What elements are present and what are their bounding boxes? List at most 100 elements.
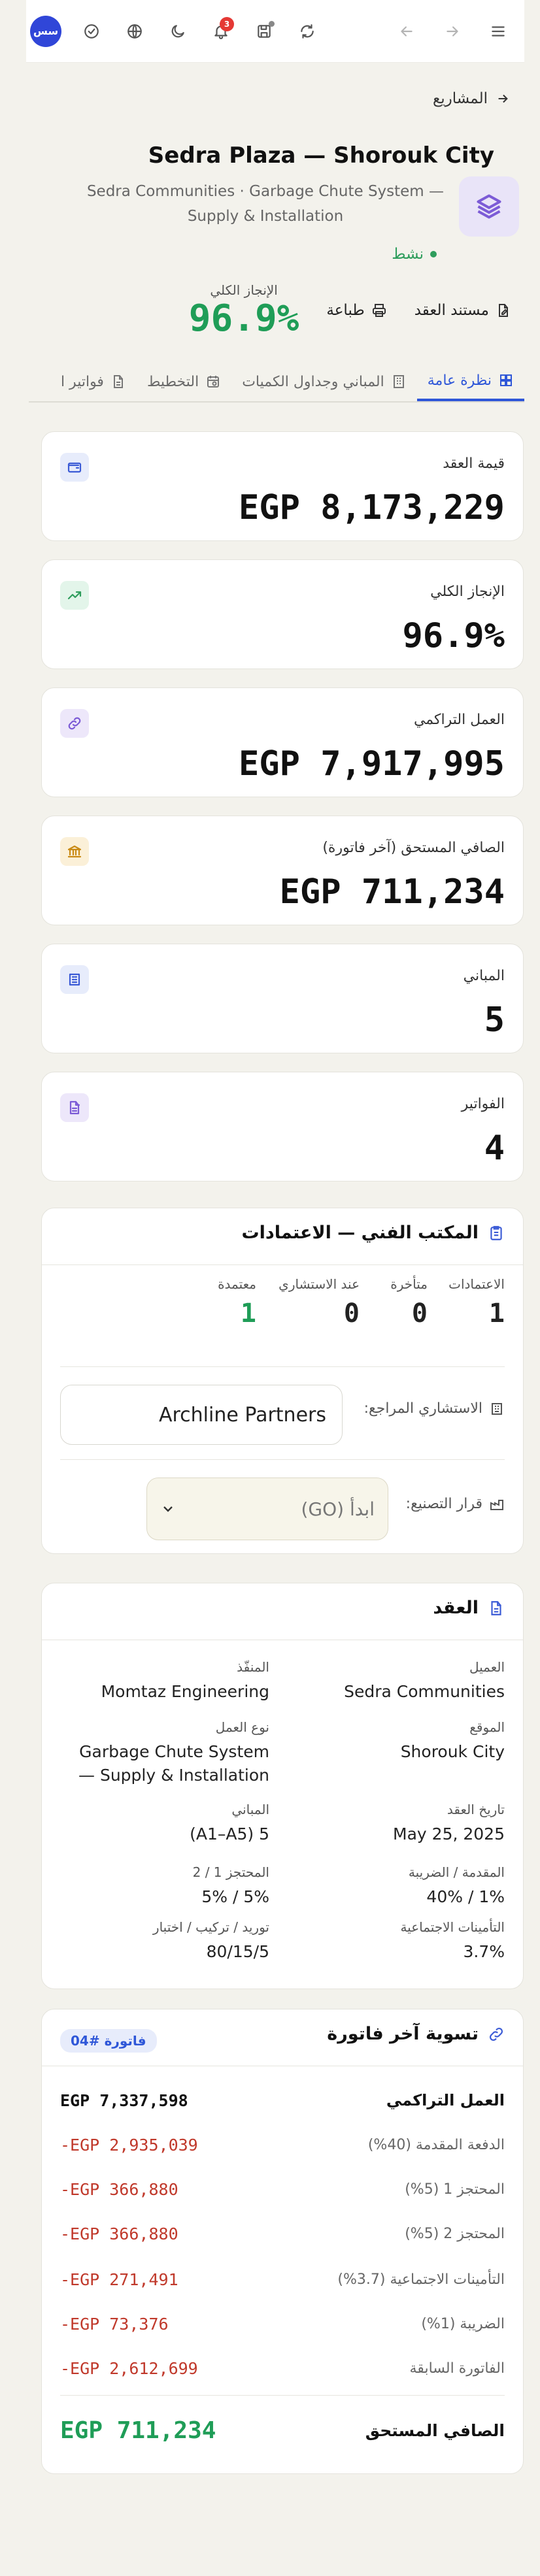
menu-icon[interactable] [485,18,511,44]
tab-invoices[interactable]: فواتير ا [50,362,137,401]
wallet-icon [60,453,89,482]
contract-field-advance-tax: المقدمة / الضريبة 1% / 40% [309,1864,505,1909]
invoice-row-label: الفاتورة السابقة [409,2360,505,2377]
approvals-value: 0 [411,1298,428,1329]
approvals-label: عند الاستشاري [278,1276,360,1292]
document-icon [491,1600,501,1615]
field-key: توريد / تركيب / اختبار [152,1919,269,1935]
invoice-row-label: المحتجز 1 (5%) [405,2181,505,2198]
divider [60,2395,505,2396]
field-key: نوع العمل [215,1719,269,1735]
overall-achievement-label: الإنجاز الكلي [210,282,278,298]
consultant-input[interactable]: Archline Partners [60,1385,343,1445]
check-circle-icon[interactable] [78,18,105,44]
contract-doc-button[interactable]: مستند العقد [414,302,511,319]
refresh-icon[interactable] [294,18,320,44]
globe-icon[interactable] [122,18,148,44]
avatar[interactable]: سس [30,15,61,47]
consultant-label: الاستشاري المراجع: [364,1400,505,1417]
manufacturing-decision-select[interactable]: ابدأ (GO) [146,1478,388,1540]
field-key: المباني [231,1802,269,1817]
clipboard-icon [490,1225,502,1240]
trending-up-icon [60,581,89,610]
building-icon [492,1402,502,1415]
stat-value: 5 [484,1000,505,1040]
field-value: Shorouk City [400,1742,505,1761]
invoice-row-value: -EGP 366,880 [60,2179,178,2199]
divider [60,1459,505,1460]
stat-card-contract-value: قيمة العقد EGP 8,173,229 [41,431,524,541]
tech-office-header: المكتب الفني — الاعتمادات [242,1223,505,1243]
stat-card-cumulative-work: العمل التراكمي EGP 7,917,995 [41,687,524,797]
approvals-approved: معتمدة 1 [218,1276,256,1329]
approvals-at-consultant: عند الاستشاري 0 [278,1276,360,1329]
tab-buildings-boq[interactable]: المباني وجداول الكميات [231,362,417,401]
overall-achievement-value: 96.9% [188,297,299,340]
invoice-row-previous-invoice: -EGP 2,612,699 الفاتورة السابقة [60,2357,505,2379]
invoice-row-net-due: EGP 711,234 الصافي المستحق [60,2416,505,2445]
document-edit-icon [499,304,508,317]
stat-value: EGP 8,173,229 [239,488,505,527]
invoice-row-social-insurance: -EGP 271,491 التأمينات الاجتماعية (3.7%) [60,2268,505,2290]
moon-icon[interactable] [165,18,191,44]
contract-field-date: تاريخ العقد May 25, 2025 [309,1802,505,1846]
field-key: التأمينات الاجتماعية [400,1919,505,1935]
invoice-row-value: EGP 7,337,598 [60,2090,188,2110]
stat-value: EGP 7,917,995 [239,744,505,784]
print-label: طباعة [326,302,365,319]
document-icon [113,375,123,388]
contract-field-location: الموقع Shorouk City [309,1719,505,1764]
back-arrow-icon[interactable] [394,18,420,44]
calendar-clock-icon [207,376,220,388]
contract-field-contractor: المنفّذ Momtaz Engineering [60,1659,269,1704]
invoice-row-tax: -EGP 73,376 الضريبة (1%) [60,2313,505,2335]
tab-bar: نظرة عامة المباني وجداول الكميات التخطيط… [29,362,524,403]
page-subtitle: Sedra Communities · Garbage Chute System… [86,183,445,225]
tab-label: نظرة عامة [427,372,492,389]
forward-arrow-icon[interactable] [439,18,465,44]
tab-overview[interactable]: نظرة عامة [416,362,524,401]
overall-achievement: الإنجاز الكلي 96.9% [189,282,299,340]
invoice-number-badge[interactable]: فاتورة #04 [60,2029,157,2053]
project-overview-page: سس 3 المشاريع Sedra Plaza — Shorouk City… [0,0,540,2576]
contract-field-social-insurance: التأمينات الاجتماعية 3.7% [309,1919,505,1964]
approvals-label: معتمدة [218,1276,256,1292]
stat-label: الصافي المستحق (آخر فاتورة) [322,840,505,856]
field-key: المنفّذ [237,1659,269,1675]
link-icon [60,709,89,738]
invoice-row-value: -EGP 2,935,039 [60,2135,198,2155]
tech-office-card: المكتب الفني — الاعتمادات الاعتمادات 1 م… [41,1208,524,1554]
save-icon[interactable] [251,18,277,44]
back-to-projects-link[interactable]: المشاريع [433,90,510,107]
invoice-row-retention-2: -EGP 366,880 المحتجز 2 (5%) [60,2222,505,2245]
tab-label: فواتير ا [60,373,104,390]
invoice-row-value: -EGP 2,612,699 [60,2358,198,2378]
approvals-value: 1 [240,1298,256,1329]
approvals-label: الاعتمادات [448,1276,505,1292]
field-value: 5% / 5% [201,1887,269,1906]
header-actions: مستند العقد طباعة الإنجاز الكلي 96.9% [189,282,511,340]
invoice-row-cumulative: EGP 7,337,598 العمل التراكمي [60,2089,505,2111]
link-icon [490,2027,503,2041]
consultant-label-text: الاستشاري المراجع: [363,1400,482,1417]
contract-title: العقد [433,1598,479,1618]
manufacturing-label-text: قرار التصنيع: [405,1496,482,1512]
print-button[interactable]: طباعة [326,302,386,319]
tab-planning[interactable]: التخطيط [137,362,231,401]
invoice-row-retention-1: -EGP 366,880 المحتجز 1 (5%) [60,2178,505,2200]
invoice-row-label: العمل التراكمي [386,2091,505,2109]
printer-icon [372,304,386,317]
bell-icon[interactable]: 3 [208,16,234,44]
tab-label: التخطيط [146,373,199,390]
factory-icon [490,1499,503,1510]
invoice-icon [60,1093,89,1122]
contract-card: العقد العميل Sedra Communities المنفّذ M… [41,1583,524,1989]
stat-value: EGP 711,234 [279,872,505,912]
field-value: 5 (A1–A5) [190,1825,269,1843]
field-value: 80/15/5 [206,1942,269,1961]
manufacturing-value: ابدأ (GO) [301,1498,375,1520]
field-key: المحتجز 1 / 2 [192,1864,269,1880]
approvals-value: 0 [343,1298,360,1329]
field-value: 3.7% [463,1942,505,1961]
invoice-row-label: التأمينات الاجتماعية (3.7%) [337,2271,505,2288]
